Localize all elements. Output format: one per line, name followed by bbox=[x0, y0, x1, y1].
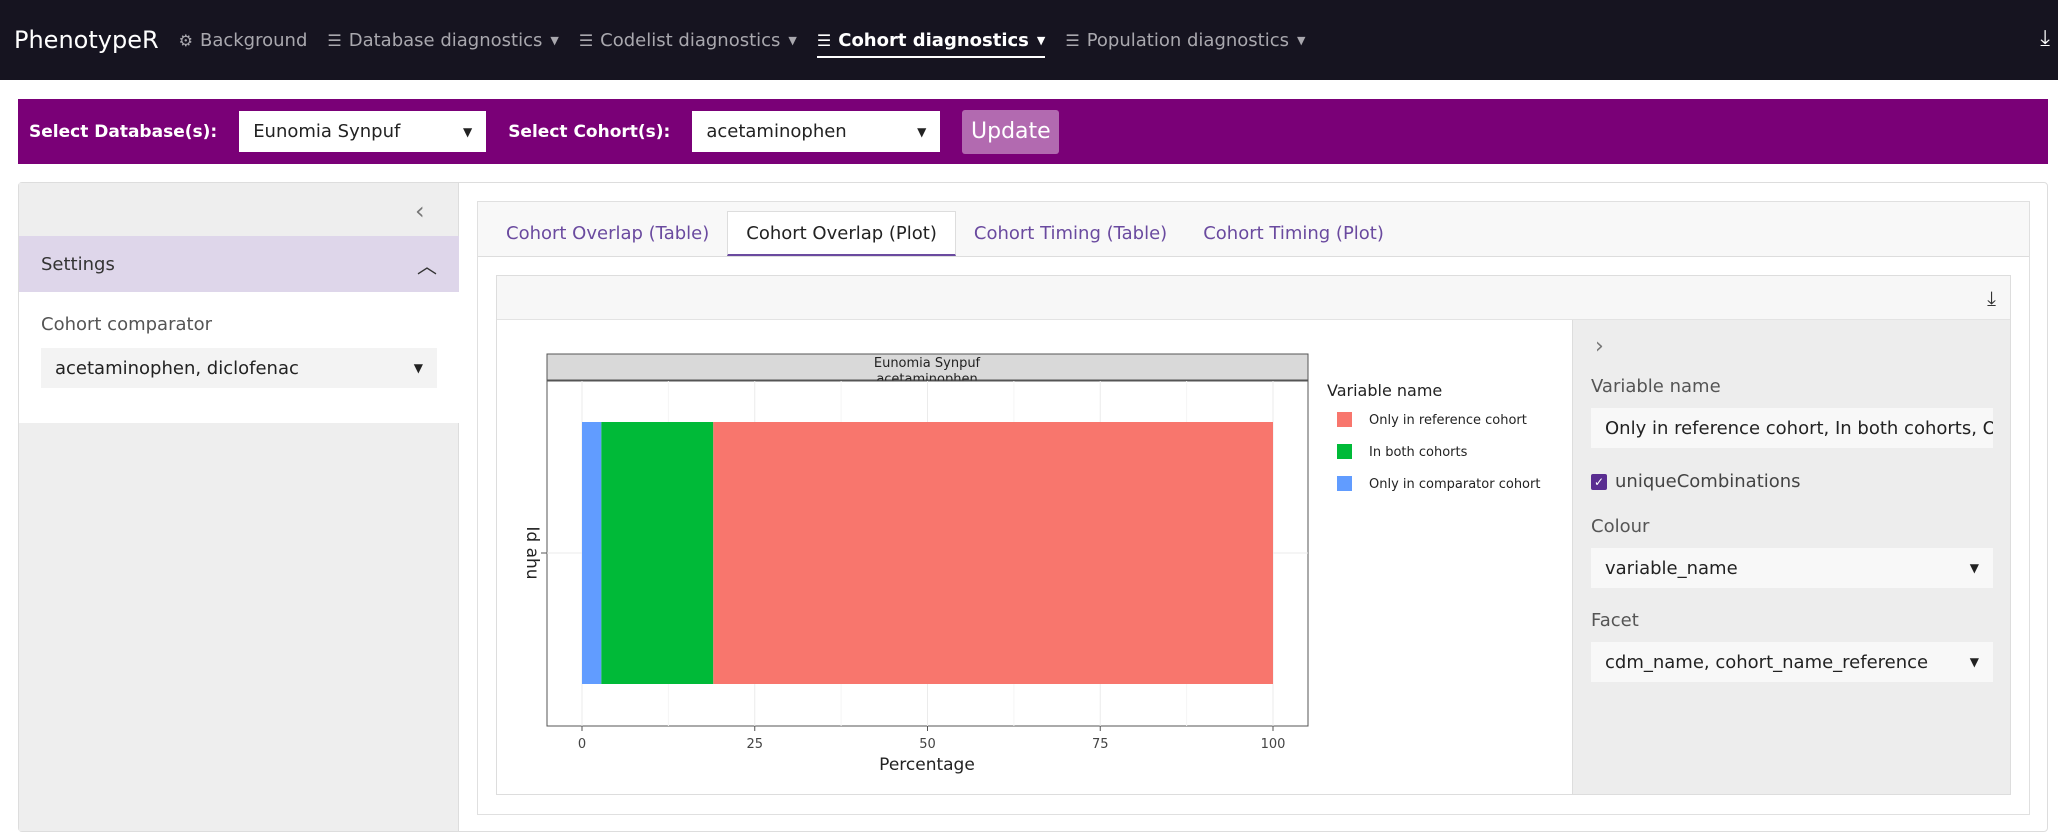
chevron-up-icon: ︿ bbox=[417, 253, 437, 278]
nav-database-diagnostics-label: Database diagnostics bbox=[348, 29, 543, 51]
caret-down-icon: ▼ bbox=[917, 124, 927, 139]
nav-cohort-diagnostics[interactable]: ☰ Cohort diagnostics ▼ bbox=[816, 0, 1046, 80]
list-icon: ☰ bbox=[327, 30, 342, 50]
bars bbox=[582, 422, 1273, 684]
bar-segment bbox=[713, 422, 1273, 684]
variable-name-value: Only in reference cohort, In both cohort… bbox=[1605, 417, 1993, 439]
tab-content: ⤓ Eunomia Synpuf acetaminophen 0 25 50 75 10… bbox=[478, 256, 2029, 814]
cohort-select-value: acetaminophen bbox=[706, 121, 847, 142]
legend-label: In both cohorts bbox=[1369, 445, 1468, 460]
database-select[interactable]: Eunomia Synpuf ▼ bbox=[239, 111, 487, 152]
facet-label-database: Eunomia Synpuf bbox=[874, 356, 981, 371]
nav-cohort-diagnostics-label: Cohort diagnostics bbox=[838, 29, 1029, 51]
legend-title: Variable name bbox=[1327, 381, 1442, 400]
legend-label: Only in comparator cohort bbox=[1369, 477, 1540, 492]
variable-name-label: Variable name bbox=[1591, 376, 1721, 397]
x-tick-label: 50 bbox=[919, 737, 936, 752]
x-axis-ticks: 0 25 50 75 100 bbox=[578, 726, 1286, 752]
list-icon: ☰ bbox=[816, 30, 832, 50]
x-tick-label: 0 bbox=[578, 737, 586, 752]
x-axis-label: Percentage bbox=[879, 755, 975, 775]
colour-value: variable_name bbox=[1605, 557, 1738, 579]
cohort-comparator-label: Cohort comparator bbox=[41, 314, 212, 335]
tab-cohort-timing-plot[interactable]: Cohort Timing (Plot) bbox=[1185, 211, 1402, 256]
caret-down-icon: ▼ bbox=[550, 33, 559, 47]
nav-database-diagnostics[interactable]: ☰ Database diagnostics ▼ bbox=[327, 0, 558, 80]
nav-background-label: Background bbox=[199, 29, 308, 51]
bar-segment bbox=[601, 422, 714, 684]
caret-down-icon: ▼ bbox=[413, 361, 423, 375]
download-icon[interactable]: ⤓ bbox=[2040, 26, 2050, 51]
x-tick-label: 100 bbox=[1261, 737, 1286, 752]
legend-label: Only in reference cohort bbox=[1369, 413, 1527, 428]
nav-codelist-diagnostics[interactable]: ☰ Codelist diagnostics ▼ bbox=[579, 0, 797, 80]
cohort-select-label: Select Cohort(s): bbox=[508, 121, 671, 142]
colour-label: Colour bbox=[1591, 516, 1650, 537]
caret-down-icon: ▼ bbox=[788, 33, 797, 47]
facet-value: cdm_name, cohort_name_reference bbox=[1605, 651, 1929, 673]
cohort-comparator-value: acetaminophen, diclofenac bbox=[55, 357, 299, 379]
sidebar: ‹ Settings ︿ Cohort comparator acetamino… bbox=[19, 183, 459, 831]
main-panel: Cohort Overlap (Table) Cohort Overlap (P… bbox=[477, 201, 2030, 815]
plot-card-header: ⤓ bbox=[497, 276, 2010, 320]
chevron-right-icon[interactable]: › bbox=[1595, 334, 1604, 359]
gear-icon: ⚙ bbox=[178, 30, 193, 50]
unique-combinations-checkbox[interactable]: ✓ bbox=[1591, 473, 1607, 490]
tab-cohort-overlap-plot[interactable]: Cohort Overlap (Plot) bbox=[727, 211, 956, 256]
settings-accordion-header[interactable]: Settings ︿ bbox=[19, 236, 459, 292]
list-icon: ☰ bbox=[1065, 30, 1080, 50]
tab-bar: Cohort Overlap (Table) Cohort Overlap (P… bbox=[478, 202, 2029, 256]
settings-label: Settings bbox=[41, 253, 115, 275]
nav-population-diagnostics-label: Population diagnostics bbox=[1086, 29, 1290, 51]
plot-settings-panel: › Variable name Only in reference cohort… bbox=[1572, 320, 2010, 794]
settings-body: Cohort comparator acetaminophen, diclofe… bbox=[19, 292, 459, 423]
caret-down-icon: ▼ bbox=[1969, 655, 1979, 669]
cohort-comparator-select[interactable]: acetaminophen, diclofenac ▼ bbox=[41, 348, 437, 388]
selection-bar: Select Database(s): Eunomia Synpuf ▼ Sel… bbox=[18, 99, 2048, 164]
variable-name-select[interactable]: Only in reference cohort, In both cohort… bbox=[1591, 408, 1993, 448]
legend: Only in reference cohort In both cohorts O… bbox=[1337, 412, 1540, 492]
facet-select[interactable]: cdm_name, cohort_name_reference ▼ bbox=[1591, 642, 1993, 682]
caret-down-icon: ▼ bbox=[1969, 561, 1979, 575]
unique-combinations-label: uniqueCombinations bbox=[1615, 471, 1801, 492]
nav-background[interactable]: ⚙ Background bbox=[179, 0, 308, 80]
database-select-label: Select Database(s): bbox=[29, 121, 218, 142]
caret-down-icon: ▼ bbox=[1036, 33, 1046, 47]
x-tick-label: 25 bbox=[746, 737, 763, 752]
app-brand[interactable]: PhenotypeR bbox=[14, 26, 159, 54]
legend-swatch bbox=[1337, 476, 1352, 491]
update-button[interactable]: Update bbox=[962, 109, 1060, 154]
legend-swatch bbox=[1337, 444, 1352, 459]
unique-combinations-row: ✓ uniqueCombinations bbox=[1591, 471, 1801, 492]
nav-codelist-diagnostics-label: Codelist diagnostics bbox=[600, 29, 781, 51]
top-navbar: PhenotypeR ⚙ Background ☰ Database diagn… bbox=[0, 0, 2058, 80]
content-card: ‹ Settings ︿ Cohort comparator acetamino… bbox=[18, 182, 2048, 832]
legend-swatch bbox=[1337, 412, 1352, 427]
plot-card: ⤓ Eunomia Synpuf acetaminophen 0 25 50 75 10… bbox=[496, 275, 2011, 795]
bar-segment bbox=[582, 422, 602, 684]
database-select-value: Eunomia Synpuf bbox=[253, 121, 401, 142]
list-icon: ☰ bbox=[578, 30, 594, 50]
download-plot-icon[interactable]: ⤓ bbox=[1987, 286, 1996, 310]
x-tick-label: 75 bbox=[1092, 737, 1109, 752]
facet-label: Facet bbox=[1591, 610, 1639, 631]
caret-down-icon: ▼ bbox=[462, 124, 473, 139]
overlap-chart: Eunomia Synpuf acetaminophen 0 25 50 75 100 … bbox=[522, 353, 1540, 775]
cohort-select[interactable]: acetaminophen ▼ bbox=[692, 111, 941, 152]
tab-cohort-timing-table[interactable]: Cohort Timing (Table) bbox=[956, 211, 1185, 256]
y-axis-label: Id ahu bbox=[522, 526, 542, 579]
nav-population-diagnostics[interactable]: ☰ Population diagnostics ▼ bbox=[1065, 0, 1305, 80]
caret-down-icon: ▼ bbox=[1297, 33, 1306, 47]
tab-cohort-overlap-table[interactable]: Cohort Overlap (Table) bbox=[488, 211, 727, 256]
plot-area: Eunomia Synpuf acetaminophen 0 25 50 75 100 … bbox=[497, 320, 1572, 794]
collapse-sidebar-icon[interactable]: ‹ bbox=[415, 197, 425, 225]
colour-select[interactable]: variable_name ▼ bbox=[1591, 548, 1993, 588]
